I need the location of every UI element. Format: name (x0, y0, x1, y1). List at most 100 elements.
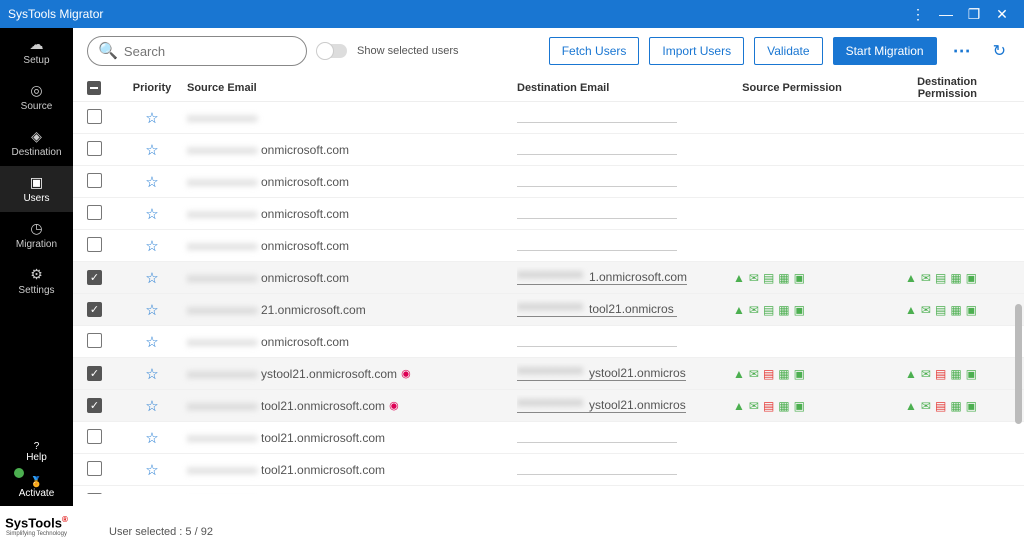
table-row[interactable]: ☆xxxxxxxxxxxxonmicrosoft.com (73, 230, 1024, 262)
users-table: Priority Source Email Destination Email … (73, 74, 1024, 518)
dest-email-input[interactable] (517, 333, 677, 347)
more-actions-icon[interactable]: ⋯ (947, 41, 979, 62)
dest-email-input[interactable] (517, 493, 677, 494)
col-dest-email[interactable]: Destination Email (517, 82, 727, 94)
row-checkbox[interactable] (87, 493, 102, 495)
row-checkbox[interactable] (87, 141, 102, 156)
priority-star-icon[interactable]: ☆ (145, 206, 158, 223)
col-dest-permission[interactable]: Destination Permission (857, 76, 997, 100)
source-email-suffix: ystool21.onmicrosoft.com (261, 367, 397, 381)
fetch-users-button[interactable]: Fetch Users (549, 37, 640, 65)
table-row[interactable]: ☆ xxxxxxxxxxxx (73, 102, 1024, 134)
source-email-blur: xxxxxxxxxxxx (187, 239, 257, 253)
show-selected-toggle[interactable] (317, 44, 347, 58)
perm-icon: ▲ (905, 367, 917, 381)
row-checkbox[interactable] (87, 333, 102, 348)
minimize-icon[interactable]: — (932, 6, 960, 22)
table-row[interactable]: ☆xxxxxxxxxxxxonmicrosoft.comxxxxxxxxxxx1… (73, 262, 1024, 294)
sidebar-item-setup[interactable]: ☁Setup (0, 28, 73, 74)
table-row[interactable]: ☆xxxxxxxxxxxxtool21.onmicrosoft.com (73, 422, 1024, 454)
row-checkbox[interactable] (87, 461, 102, 476)
dest-email-input[interactable] (517, 205, 677, 219)
sidebar-item-migration[interactable]: ◷Migration (0, 212, 73, 258)
priority-star-icon[interactable]: ☆ (145, 430, 158, 447)
footer-status: User selected : 5 / 92 (73, 518, 1024, 546)
row-checkbox[interactable] (87, 205, 102, 220)
row-checkbox[interactable] (87, 398, 102, 413)
priority-star-icon[interactable]: ☆ (145, 334, 158, 351)
select-all-checkbox[interactable] (87, 81, 101, 95)
perm-icon: ▣ (966, 303, 977, 317)
start-migration-button[interactable]: Start Migration (833, 37, 937, 65)
priority-star-icon[interactable]: ☆ (145, 174, 158, 191)
source-email-blur: xxxxxxxxxxxx (187, 111, 257, 125)
dest-email-input[interactable] (517, 461, 677, 475)
scrollbar[interactable] (1015, 304, 1022, 424)
source-email-suffix: tool21.onmicrosoft.com (261, 399, 385, 413)
priority-star-icon[interactable]: ☆ (145, 366, 158, 383)
dest-email-input[interactable] (517, 109, 677, 123)
perm-icon: ▦ (950, 367, 961, 381)
table-row[interactable]: ☆xxxxxxxxxxxxtool21.onmicrosoft.com (73, 486, 1024, 494)
toolbar: 🔍 Show selected users Fetch Users Import… (73, 28, 1024, 74)
priority-star-icon[interactable]: ☆ (145, 462, 158, 479)
sidebar-activate[interactable]: 🏅Activate (0, 470, 73, 506)
col-source-permission[interactable]: Source Permission (727, 82, 857, 94)
table-row[interactable]: ☆xxxxxxxxxxxx21.onmicrosoft.comxxxxxxxxx… (73, 294, 1024, 326)
activate-icon: 🏅 (30, 477, 42, 488)
row-checkbox[interactable] (87, 429, 102, 444)
row-checkbox[interactable] (87, 302, 102, 317)
toggle-label: Show selected users (357, 45, 459, 57)
source-email-suffix: 21.onmicrosoft.com (261, 303, 366, 317)
dest-email-input[interactable] (517, 237, 677, 251)
dest-email-input[interactable]: xxxxxxxxxxxystool21.onmicros (517, 363, 686, 381)
dest-email-input[interactable]: xxxxxxxxxxxystool21.onmicros (517, 395, 686, 413)
refresh-icon[interactable]: ↻ (989, 41, 1010, 61)
priority-star-icon[interactable]: ☆ (145, 494, 158, 495)
table-row[interactable]: ☆xxxxxxxxxxxxonmicrosoft.com (73, 198, 1024, 230)
window-more-icon[interactable]: ⋮ (904, 6, 932, 23)
search-input[interactable] (124, 44, 300, 59)
import-users-button[interactable]: Import Users (649, 37, 744, 65)
table-row[interactable]: ☆xxxxxxxxxxxxtool21.onmicrosoft.com (73, 454, 1024, 486)
sidebar-help[interactable]: ?Help (0, 434, 73, 470)
col-source-email[interactable]: Source Email (187, 82, 517, 94)
dest-email-input[interactable] (517, 141, 677, 155)
dest-email-input[interactable]: xxxxxxxxxxxtool21.onmicros (517, 299, 677, 317)
table-row[interactable]: ☆xxxxxxxxxxxxtool21.onmicrosoft.com ◉xxx… (73, 390, 1024, 422)
perm-icon: ▦ (950, 399, 961, 413)
sidebar-item-settings[interactable]: ⚙Settings (0, 258, 73, 304)
priority-star-icon[interactable]: ☆ (145, 270, 158, 287)
row-checkbox[interactable] (87, 270, 102, 285)
table-row[interactable]: ☆xxxxxxxxxxxxystool21.onmicrosoft.com ◉x… (73, 358, 1024, 390)
row-checkbox[interactable] (87, 173, 102, 188)
priority-star-icon[interactable]: ☆ (145, 238, 158, 255)
dest-email-input[interactable] (517, 429, 677, 443)
col-priority[interactable]: Priority (117, 82, 187, 94)
warning-icon: ◉ (401, 367, 411, 380)
priority-star-icon[interactable]: ☆ (145, 142, 158, 159)
table-row[interactable]: ☆xxxxxxxxxxxxonmicrosoft.com (73, 166, 1024, 198)
sidebar-item-users[interactable]: ▣Users (0, 166, 73, 212)
priority-star-icon[interactable]: ☆ (145, 302, 158, 319)
table-row[interactable]: ☆xxxxxxxxxxxxonmicrosoft.com (73, 326, 1024, 358)
maximize-icon[interactable]: ❐ (960, 6, 988, 23)
sidebar-item-destination[interactable]: ◈Destination (0, 120, 73, 166)
table-row[interactable]: ☆xxxxxxxxxxxxonmicrosoft.com (73, 134, 1024, 166)
source-email-blur: xxxxxxxxxxxx (187, 431, 257, 445)
priority-star-icon[interactable]: ☆ (145, 110, 158, 127)
row-checkbox[interactable] (87, 237, 102, 252)
sidebar-item-source[interactable]: ◎Source (0, 74, 73, 120)
source-email-suffix: onmicrosoft.com (261, 143, 349, 157)
priority-star-icon[interactable]: ☆ (145, 398, 158, 415)
row-checkbox[interactable] (87, 109, 102, 124)
perm-icon: ▤ (935, 399, 946, 413)
row-checkbox[interactable] (87, 366, 102, 381)
dest-email-input[interactable]: xxxxxxxxxxx1.onmicrosoft.com (517, 267, 687, 285)
close-icon[interactable]: ✕ (988, 6, 1016, 23)
validate-button[interactable]: Validate (754, 37, 822, 65)
search-box[interactable]: 🔍 (87, 36, 307, 66)
dest-email-input[interactable] (517, 173, 677, 187)
perm-icon: ▦ (950, 271, 961, 285)
perm-icon: ▣ (966, 367, 977, 381)
